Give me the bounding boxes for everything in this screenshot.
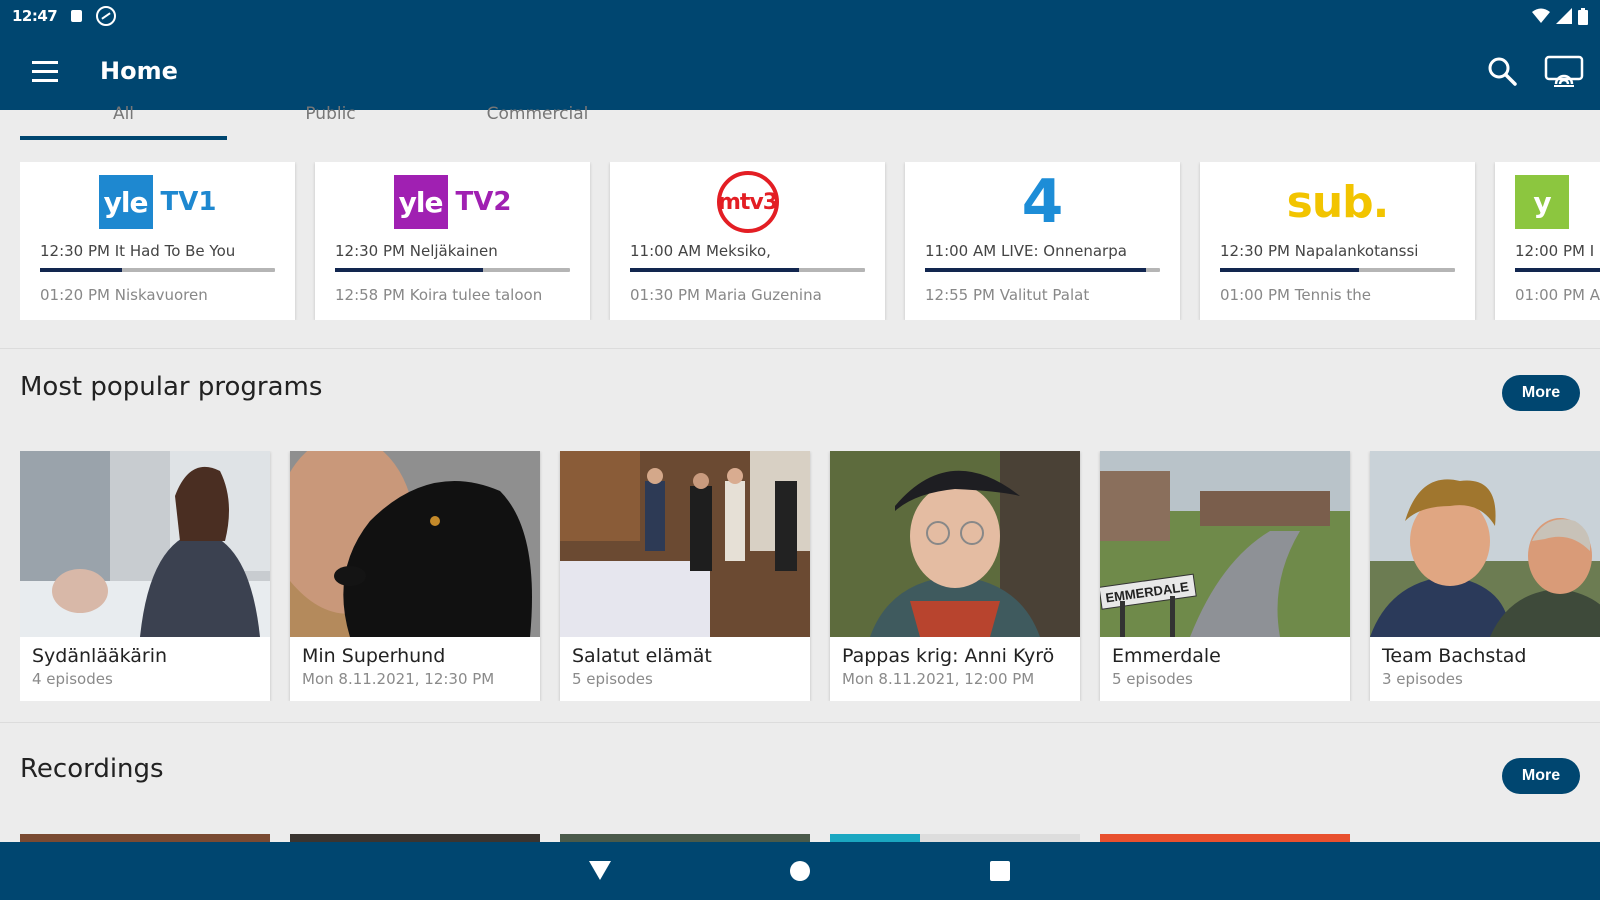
program-subtitle: Mon 8.11.2021, 12:00 PM <box>842 670 1035 688</box>
yle-teema-logo: y <box>1515 162 1600 242</box>
next-program: 12:58 PM Koira tulee taloon <box>335 286 543 304</box>
program-title: Sydänlääkärin <box>32 645 168 667</box>
recordings-title: Recordings <box>20 754 164 784</box>
program-card[interactable]: EMMERDALE Emmerdale 5 episodes <box>1100 451 1350 701</box>
program-thumbnail <box>830 451 1080 637</box>
hamburger-menu-icon[interactable] <box>0 32 90 110</box>
program-title: Pappas krig: Anni Kyrö <box>842 645 1055 667</box>
program-card[interactable]: Pappas krig: Anni Kyrö Mon 8.11.2021, 12… <box>830 451 1080 701</box>
program-card[interactable]: Min Superhund Mon 8.11.2021, 12:30 PM <box>290 451 540 701</box>
program-title: Min Superhund <box>302 645 446 667</box>
app-bar: Home <box>0 32 1600 110</box>
now-playing: 12:30 PM It Had To Be You <box>40 242 236 260</box>
progress-bar <box>40 268 275 272</box>
now-playing: 11:00 AM Meksiko, <box>630 242 771 260</box>
status-bar: 12:47 <box>0 0 1600 32</box>
program-title: Team Bachstad <box>1382 645 1527 667</box>
section-divider <box>0 348 1600 349</box>
channel-card-mtv3[interactable]: mtv3 11:00 AM Meksiko, 01:30 PM Maria Gu… <box>610 162 885 320</box>
status-time: 12:47 <box>12 7 58 25</box>
program-subtitle: 5 episodes <box>1112 670 1193 688</box>
progress-bar <box>335 268 570 272</box>
channel-card-yle-tv1[interactable]: yle TV1 12:30 PM It Had To Be You 01:20 … <box>20 162 295 320</box>
status-icons <box>1532 7 1588 25</box>
program-subtitle: 4 episodes <box>32 670 113 688</box>
cast-icon[interactable] <box>1544 51 1584 91</box>
most-popular-title: Most popular programs <box>20 372 323 402</box>
channel-tabs: All Public Commercial <box>20 100 641 144</box>
next-program: 01:20 PM Niskavuoren <box>40 286 208 304</box>
progress-bar <box>1220 268 1455 272</box>
signal-icon <box>1556 8 1572 24</box>
next-program: 01:30 PM Maria Guzenina <box>630 286 822 304</box>
popular-programs-list: Sydänlääkärin 4 episodes Min Superhund M… <box>20 451 1600 701</box>
yle-tv2-logo: yle TV2 <box>335 162 570 242</box>
program-title: Salatut elämät <box>572 645 712 667</box>
channel-list: yle TV1 12:30 PM It Had To Be You 01:20 … <box>20 162 1600 320</box>
mtv3-logo: mtv3 <box>630 162 865 242</box>
sub-logo: sub. <box>1286 176 1390 228</box>
back-triangle-icon[interactable] <box>575 846 625 896</box>
channel-card-yle-tv2[interactable]: yle TV2 12:30 PM Neljäkainen 12:58 PM Ko… <box>315 162 590 320</box>
recents-square-icon[interactable] <box>975 846 1025 896</box>
next-program: 12:55 PM Valitut Palat <box>925 286 1090 304</box>
program-thumbnail: EMMERDALE <box>1100 451 1350 637</box>
section-divider <box>0 722 1600 723</box>
program-title: Emmerdale <box>1112 645 1221 667</box>
nelonen-logo: 4 <box>1021 167 1064 237</box>
search-icon[interactable] <box>1482 51 1522 91</box>
program-card[interactable]: Sydänlääkärin 4 episodes <box>20 451 270 701</box>
now-playing: 12:30 PM Neljäkainen <box>335 242 498 260</box>
now-playing: 11:00 AM LIVE: Onnenarpa <box>925 242 1127 260</box>
home-circle-icon[interactable] <box>775 846 825 896</box>
next-program: 01:00 PM Tennis the <box>1220 286 1371 304</box>
system-nav-bar <box>0 842 1600 900</box>
progress-bar <box>925 268 1160 272</box>
yle-tv1-logo: yle TV1 <box>40 162 275 242</box>
most-popular-more-button[interactable]: More <box>1502 375 1580 411</box>
program-thumbnail <box>1370 451 1600 637</box>
program-thumbnail <box>20 451 270 637</box>
tab-commercial[interactable]: Commercial <box>434 100 641 144</box>
program-thumbnail <box>560 451 810 637</box>
recordings-more-button[interactable]: More <box>1502 758 1580 794</box>
wifi-icon <box>1532 8 1550 23</box>
program-subtitle: 5 episodes <box>572 670 653 688</box>
progress-bar <box>1515 268 1600 272</box>
program-subtitle: Mon 8.11.2021, 12:30 PM <box>302 670 495 688</box>
tab-public[interactable]: Public <box>227 100 434 144</box>
program-card[interactable]: Salatut elämät 5 episodes <box>560 451 810 701</box>
now-playing: 12:30 PM Napalankotanssi <box>1220 242 1419 260</box>
next-program: 01:00 PM A <box>1515 286 1600 304</box>
program-card[interactable]: Team Bachstad 3 episodes <box>1370 451 1600 701</box>
program-subtitle: 3 episodes <box>1382 670 1463 688</box>
channel-card-sub[interactable]: sub. 12:30 PM Napalankotanssi 01:00 PM T… <box>1200 162 1475 320</box>
vpn-icon <box>96 6 117 26</box>
progress-bar <box>630 268 865 272</box>
tab-all[interactable]: All <box>20 100 227 144</box>
program-thumbnail <box>290 451 540 637</box>
page-title: Home <box>100 57 178 85</box>
channel-card-yle-partial[interactable]: y 12:00 PM I 01:00 PM A <box>1495 162 1600 320</box>
now-playing: 12:00 PM I <box>1515 242 1595 260</box>
sd-card-icon <box>71 10 83 22</box>
channel-card-nelonen[interactable]: 4 11:00 AM LIVE: Onnenarpa 12:55 PM Vali… <box>905 162 1180 320</box>
battery-icon <box>1578 7 1588 25</box>
